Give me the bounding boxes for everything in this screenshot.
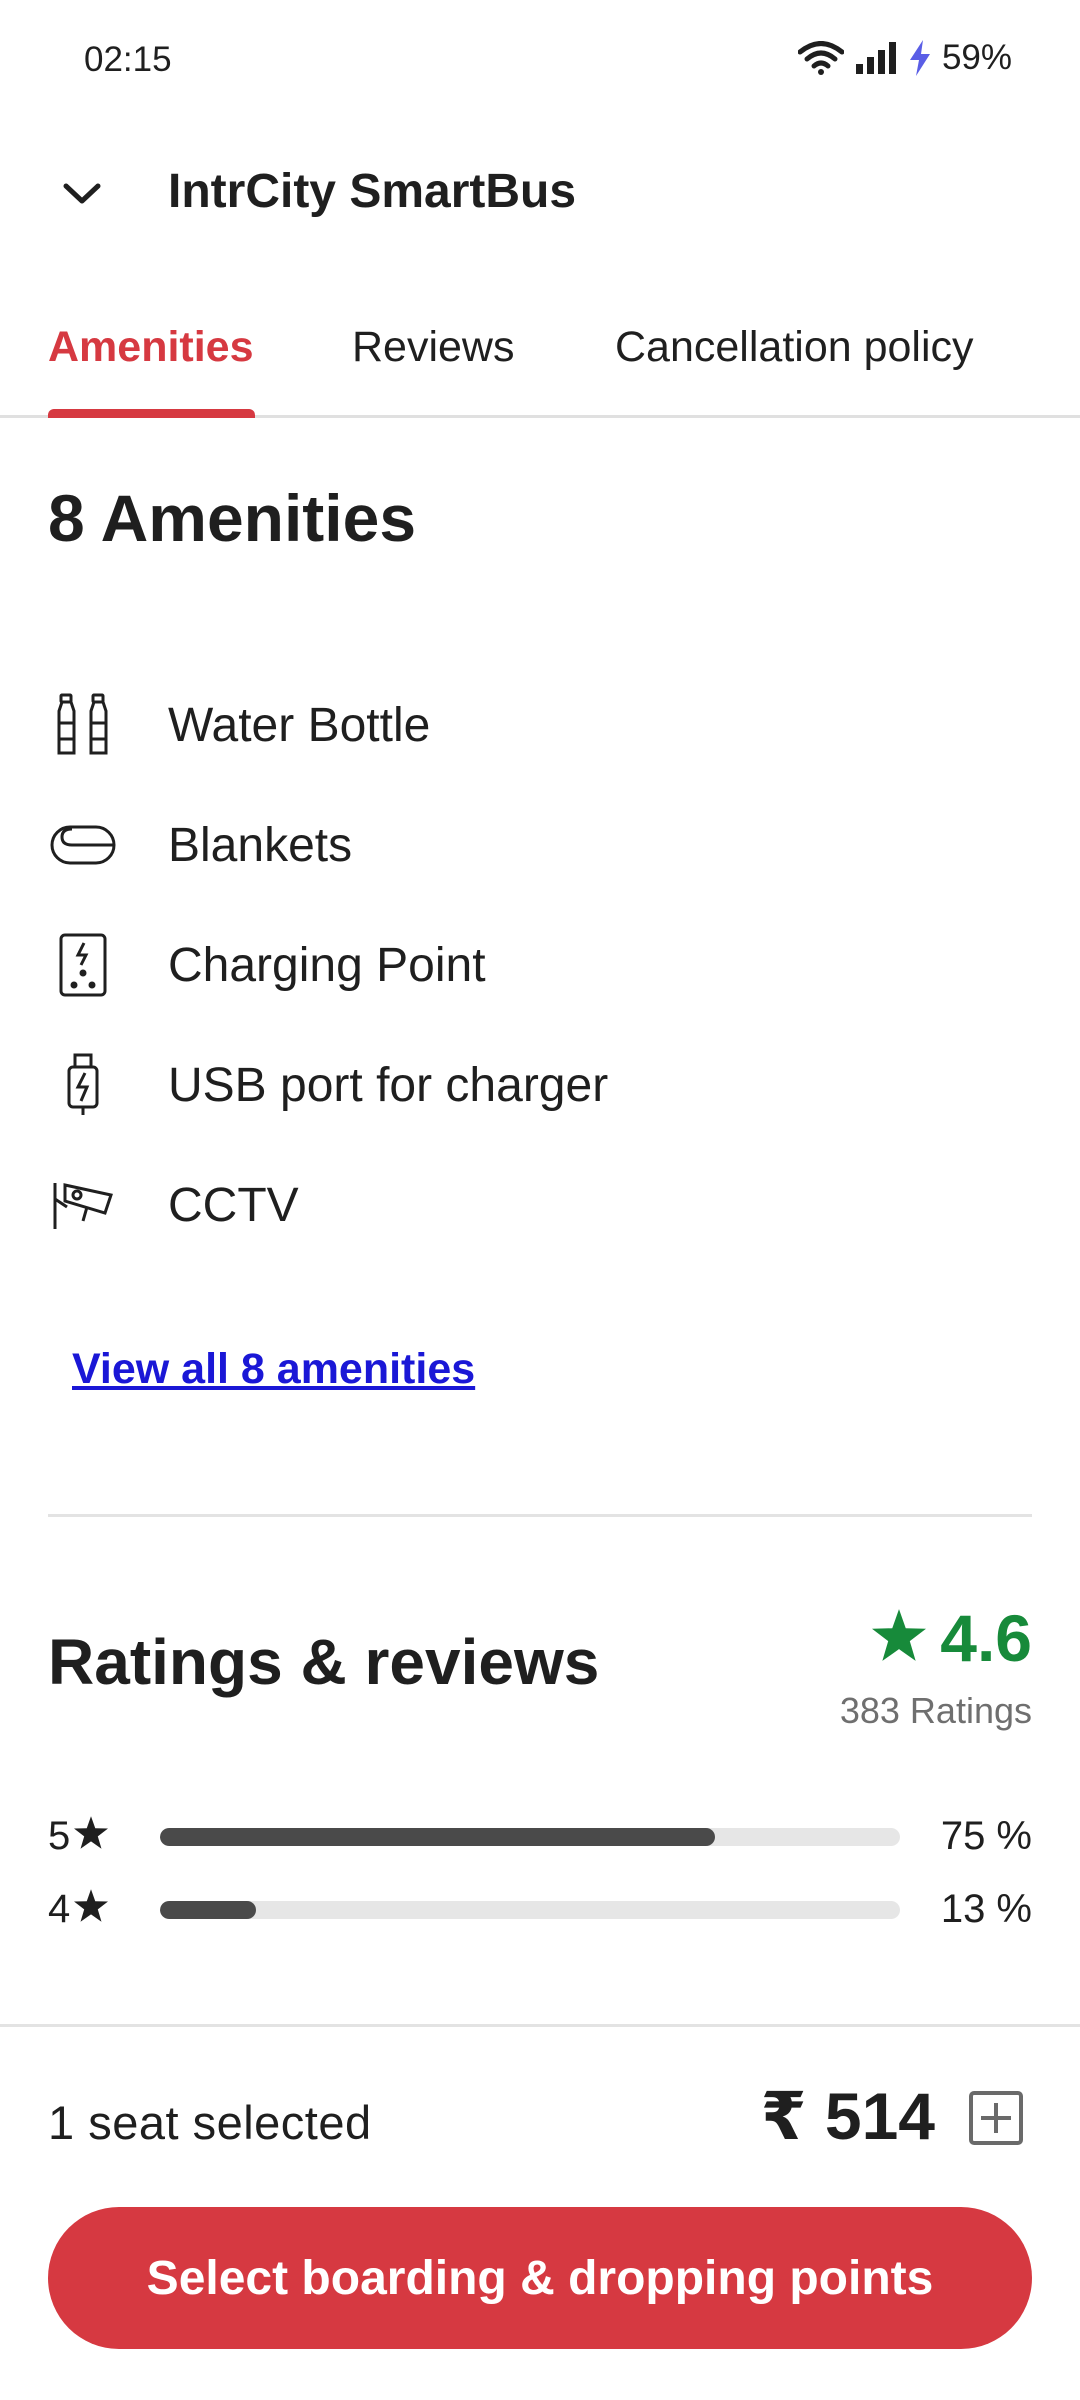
charging-icon bbox=[908, 40, 932, 76]
rating-bar-fill bbox=[160, 1828, 715, 1846]
tab-reviews[interactable]: Reviews bbox=[352, 323, 515, 372]
tab-amenities[interactable]: Amenities bbox=[48, 323, 254, 372]
amenity-label: CCTV bbox=[168, 1178, 299, 1232]
page-title: IntrCity SmartBus bbox=[168, 165, 577, 218]
seats-selected-text: 1 seat selected bbox=[48, 2096, 372, 2149]
star-icon bbox=[872, 1600, 927, 1676]
amenity-item: Blankets bbox=[48, 800, 1028, 890]
amenity-item: Water Bottle bbox=[48, 680, 1028, 770]
total-price: ₹ 514 bbox=[760, 2079, 935, 2153]
header: IntrCity SmartBus bbox=[0, 150, 1080, 240]
rating-bar-fill bbox=[160, 1901, 257, 1919]
rating-value: 4.6 bbox=[940, 1601, 1032, 1675]
wifi-icon bbox=[797, 41, 844, 75]
status-bar: 02:15 59% bbox=[0, 0, 1080, 124]
section-divider bbox=[48, 1514, 1032, 1517]
status-icons: 59% bbox=[797, 38, 1012, 78]
amenity-item: Charging Point bbox=[48, 920, 1028, 1010]
ratings-title: Ratings & reviews bbox=[48, 1626, 600, 1698]
rating-bar-label: 4 bbox=[48, 1887, 109, 1932]
amenity-item: USB port for charger bbox=[48, 1040, 1028, 1130]
amenity-label: Charging Point bbox=[168, 938, 486, 992]
battery-percent: 59% bbox=[941, 38, 1012, 77]
blanket-icon bbox=[48, 810, 118, 880]
star-icon bbox=[74, 1887, 109, 1932]
cctv-icon bbox=[48, 1170, 118, 1240]
rating-bar-row: 4 13 % bbox=[48, 1883, 1032, 1933]
star-icon bbox=[74, 1814, 109, 1859]
amenity-label: Blankets bbox=[168, 818, 353, 872]
rating-bar-label: 5 bbox=[48, 1814, 109, 1859]
rating-bar-track bbox=[160, 1828, 900, 1846]
rating-bar-track bbox=[160, 1901, 900, 1919]
tab-bar: Amenities Reviews Cancellation policy bbox=[0, 305, 1080, 418]
water-bottle-icon bbox=[48, 690, 118, 760]
chevron-down-icon bbox=[62, 181, 102, 212]
rating-bar-row: 5 75 % bbox=[48, 1810, 1032, 1860]
select-boarding-dropping-button[interactable]: Select boarding & dropping points bbox=[48, 2207, 1032, 2349]
view-all-amenities-link[interactable]: View all 8 amenities bbox=[72, 1345, 475, 1394]
rating-bar-percent: 75 % bbox=[940, 1814, 1032, 1858]
active-tab-indicator bbox=[48, 409, 255, 418]
amenity-item: CCTV bbox=[48, 1160, 1028, 1250]
rating-score: 4.6 bbox=[872, 1600, 1032, 1676]
amenities-title: 8 Amenities bbox=[48, 481, 417, 555]
rating-bar-percent: 13 % bbox=[940, 1887, 1032, 1931]
usb-icon bbox=[48, 1050, 118, 1120]
rating-count: 383 Ratings bbox=[839, 1690, 1032, 1731]
tab-cancellation-policy[interactable]: Cancellation policy bbox=[615, 323, 974, 372]
add-seat-button[interactable] bbox=[968, 2090, 1024, 2146]
plus-box-icon bbox=[968, 2091, 1024, 2150]
amenity-label: USB port for charger bbox=[168, 1058, 609, 1112]
star-count: 5 bbox=[48, 1814, 71, 1858]
amenity-label: Water Bottle bbox=[168, 698, 431, 752]
collapse-button[interactable] bbox=[52, 166, 112, 226]
charging-point-icon bbox=[48, 930, 118, 1000]
star-count: 4 bbox=[48, 1887, 71, 1931]
signal-icon bbox=[854, 42, 898, 74]
status-time: 02:15 bbox=[84, 40, 172, 79]
